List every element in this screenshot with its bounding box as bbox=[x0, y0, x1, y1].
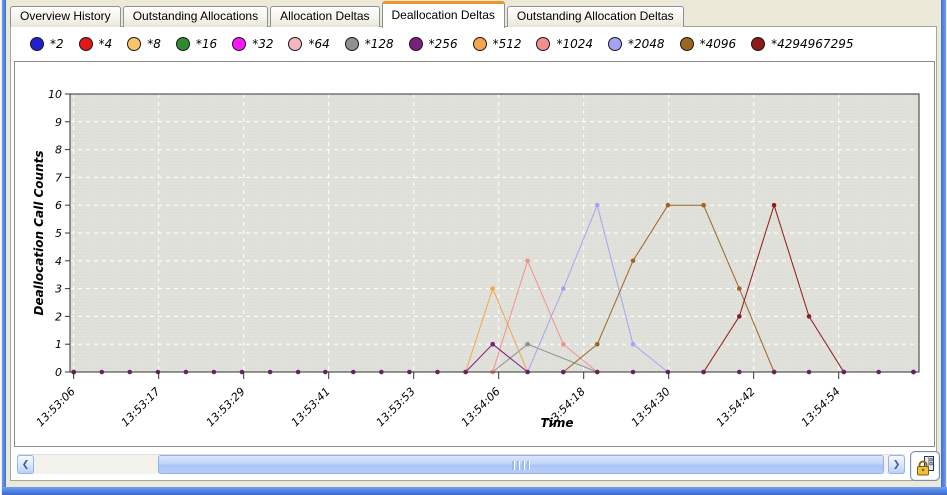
legend-item-32: *32 bbox=[232, 37, 273, 51]
svg-text:0: 0 bbox=[55, 366, 62, 379]
tab-outstanding-allocation-deltas[interactable]: Outstanding Allocation Deltas bbox=[507, 6, 684, 27]
legend-label: *4 bbox=[99, 37, 113, 51]
profiler-window: Overview HistoryOutstanding AllocationsA… bbox=[0, 0, 947, 495]
scroll-left-icon: ❮ bbox=[22, 459, 30, 469]
tab-allocation-deltas[interactable]: Allocation Deltas bbox=[270, 6, 379, 27]
tab-deallocation-deltas[interactable]: Deallocation Deltas bbox=[382, 1, 505, 28]
chart-canvas[interactable]: 0 1 2 3 4 5 6 7 8 9 10 13:53:06 13:53:17 13:53:29 13:5… bbox=[15, 62, 934, 446]
window-border-right bbox=[941, 0, 946, 495]
legend-dot-icon bbox=[176, 37, 190, 51]
deallocation-deltas-chart[interactable]: 0 1 2 3 4 5 6 7 8 9 10 13:53:06 13:53:17 13:53:29 13:5… bbox=[14, 61, 935, 447]
svg-text:13:54:06: 13:54:06 bbox=[459, 385, 503, 429]
svg-text:13:54:30: 13:54:30 bbox=[629, 385, 673, 429]
scroll-left-button[interactable]: ❮ bbox=[17, 455, 34, 474]
tab-bar: Overview HistoryOutstanding AllocationsA… bbox=[10, 2, 935, 27]
legend-dot-icon bbox=[30, 37, 44, 51]
legend-label: *4294967295 bbox=[771, 37, 853, 51]
svg-text:Time: Time bbox=[541, 416, 574, 430]
legend-dot-icon bbox=[288, 37, 302, 51]
legend-item-64: *64 bbox=[288, 37, 329, 51]
svg-text:1: 1 bbox=[55, 338, 62, 351]
svg-text:8: 8 bbox=[55, 144, 62, 157]
legend-label: *128 bbox=[365, 37, 394, 51]
svg-text:13:54:54: 13:54:54 bbox=[799, 385, 843, 429]
scroll-right-button[interactable]: ❯ bbox=[888, 455, 905, 474]
svg-text:5: 5 bbox=[55, 227, 62, 240]
horizontal-scrollbar[interactable]: ❮ ❯ bbox=[17, 454, 905, 474]
legend-item-2: *2 bbox=[30, 37, 64, 51]
svg-text:3: 3 bbox=[55, 283, 62, 296]
svg-text:7: 7 bbox=[55, 171, 62, 184]
svg-text:13:53:29: 13:53:29 bbox=[204, 385, 248, 429]
legend-item-4: *4 bbox=[79, 37, 113, 51]
legend-label: *1024 bbox=[556, 37, 593, 51]
svg-text:13:53:06: 13:53:06 bbox=[34, 385, 78, 429]
legend-dot-icon bbox=[127, 37, 141, 51]
svg-text:9: 9 bbox=[55, 116, 62, 129]
legend-dot-icon bbox=[473, 37, 487, 51]
svg-text:13:53:41: 13:53:41 bbox=[289, 385, 333, 429]
legend-label: *2048 bbox=[628, 37, 665, 51]
deallocation-deltas-tab-page: *2 *4 *8 *16 *32 *64 *128 *256 *512 *1024 *2048 *40… bbox=[10, 26, 937, 481]
svg-text:13:53:17: 13:53:17 bbox=[119, 385, 163, 429]
svg-text:6: 6 bbox=[55, 199, 62, 212]
svg-text:Deallocation Call Counts: Deallocation Call Counts bbox=[32, 150, 46, 315]
legend-label: *16 bbox=[196, 37, 217, 51]
lock-scroll-button[interactable] bbox=[910, 451, 940, 481]
legend-item-8: *8 bbox=[127, 37, 161, 51]
legend-label: *512 bbox=[493, 37, 522, 51]
tab-outstanding-allocations[interactable]: Outstanding Allocations bbox=[123, 6, 268, 27]
legend-dot-icon bbox=[79, 37, 93, 51]
legend-item-4096: *4096 bbox=[680, 37, 737, 51]
legend-label: *8 bbox=[147, 37, 161, 51]
legend-dot-icon bbox=[345, 37, 359, 51]
window-border-left bbox=[2, 0, 6, 495]
legend-dot-icon bbox=[751, 37, 765, 51]
scrollbar-thumb[interactable] bbox=[158, 455, 884, 474]
legend-item-4294967295: *4294967295 bbox=[751, 37, 853, 51]
tab-overview-history[interactable]: Overview History bbox=[10, 6, 121, 27]
svg-text:13:54:42: 13:54:42 bbox=[714, 385, 758, 429]
legend-label: *4096 bbox=[700, 37, 737, 51]
legend-item-256: *256 bbox=[409, 37, 458, 51]
legend-item-16: *16 bbox=[176, 37, 217, 51]
legend-item-128: *128 bbox=[345, 37, 394, 51]
svg-text:10: 10 bbox=[48, 88, 62, 101]
window-border-bottom bbox=[2, 487, 947, 495]
scrollbar-grip-icon bbox=[512, 461, 530, 470]
legend-label: *2 bbox=[50, 37, 64, 51]
legend-item-512: *512 bbox=[473, 37, 522, 51]
legend-label: *256 bbox=[429, 37, 458, 51]
legend-label: *64 bbox=[308, 37, 329, 51]
padlock-icon bbox=[914, 455, 936, 477]
legend-item-1024: *1024 bbox=[536, 37, 593, 51]
legend-item-2048: *2048 bbox=[608, 37, 665, 51]
legend-dot-icon bbox=[680, 37, 694, 51]
svg-text:2: 2 bbox=[55, 310, 62, 323]
svg-text:4: 4 bbox=[55, 255, 62, 268]
legend-dot-icon bbox=[409, 37, 423, 51]
legend-label: *32 bbox=[252, 37, 273, 51]
legend-dot-icon bbox=[608, 37, 622, 51]
legend-dot-icon bbox=[536, 37, 550, 51]
scroll-right-icon: ❯ bbox=[893, 459, 901, 469]
chart-legend: *2 *4 *8 *16 *32 *64 *128 *256 *512 *1024 *2048 *40… bbox=[30, 34, 853, 54]
svg-text:13:53:53: 13:53:53 bbox=[374, 385, 418, 429]
legend-dot-icon bbox=[232, 37, 246, 51]
